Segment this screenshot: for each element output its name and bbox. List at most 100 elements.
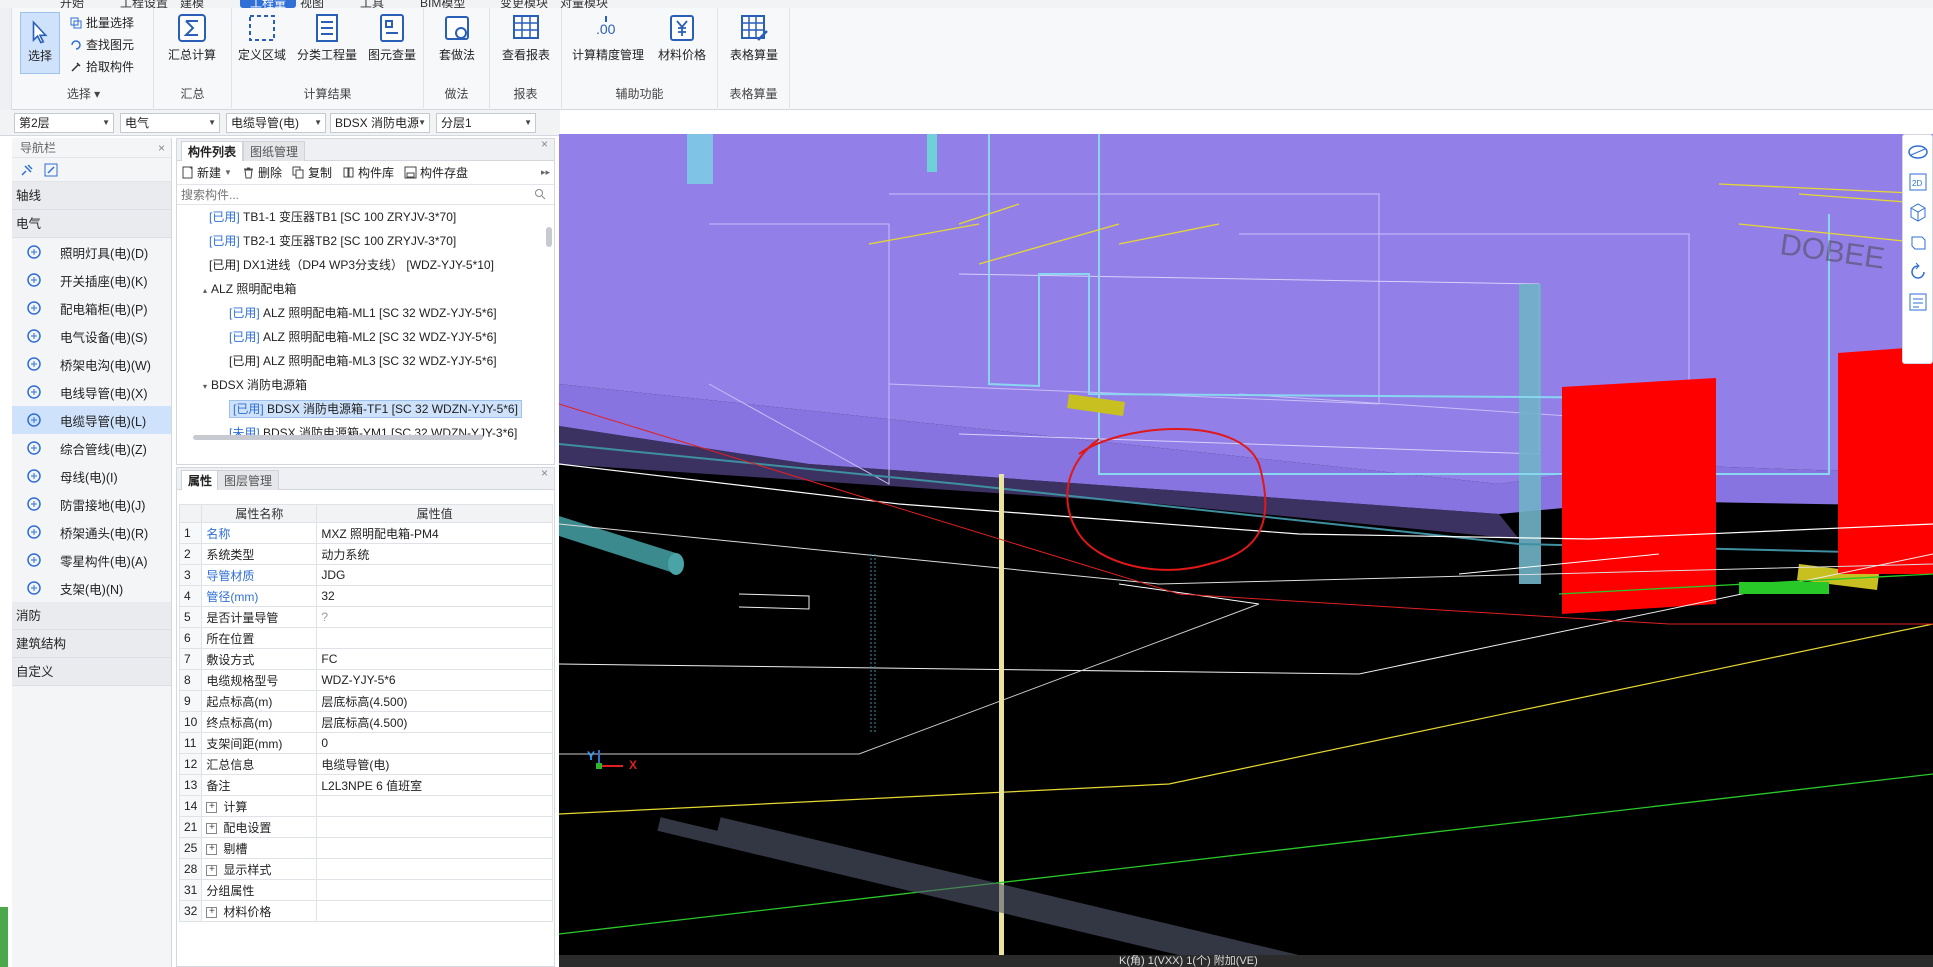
tree-row[interactable]: [已用] ALZ 照明配电箱-ML1 [SC 32 WDZ-YJY-5*6] — [177, 301, 554, 325]
ribbon-tab[interactable]: 开始 — [60, 0, 84, 8]
property-value-cell[interactable]: 层底标高(4.500) — [316, 690, 553, 712]
select-group-title[interactable]: 选择 ▾ — [14, 85, 153, 102]
nav-item[interactable]: 电缆导管(电)(L) — [12, 406, 171, 434]
nav-item[interactable]: 零星构件(电)(A) — [12, 546, 171, 574]
left-collapse-strip[interactable] — [0, 8, 12, 110]
search-icon[interactable] — [534, 188, 546, 200]
nav-category-fire[interactable]: 消防 — [12, 602, 171, 630]
property-row[interactable]: 11 支架间距(mm) 0 — [178, 732, 553, 754]
pin-icon[interactable] — [20, 163, 34, 177]
property-row[interactable]: 9 起点标高(m) 层底标高(4.500) — [178, 690, 553, 712]
3d-viewport[interactable]: DOBEE Y X — [559, 134, 1933, 967]
iso-box-icon[interactable] — [1907, 231, 1929, 253]
expand-icon[interactable]: + — [206, 843, 218, 855]
tree-row[interactable]: [已用] ALZ 照明配电箱-ML3 [SC 32 WDZ-YJY-5*6] — [177, 349, 554, 373]
ribbon-tab[interactable]: 工具 — [360, 0, 384, 8]
property-row[interactable]: 32 + 材料价格 — [178, 900, 553, 922]
tree-toggle-icon[interactable]: ▾ — [203, 382, 207, 391]
copy-component-button[interactable]: 复制 — [292, 164, 332, 181]
close-icon[interactable]: × — [158, 138, 165, 158]
view-cube-icon[interactable] — [1907, 141, 1929, 163]
ribbon-tab[interactable]: 建模 — [180, 0, 204, 8]
layer-select[interactable]: 分层1 ▼ — [436, 113, 536, 133]
nav-category-building-structure[interactable]: 建筑结构 — [12, 630, 171, 658]
property-value-cell[interactable]: JDG — [316, 564, 553, 586]
batch-select-button[interactable]: 批量选择 — [70, 14, 134, 31]
close-icon[interactable]: × — [541, 137, 548, 151]
ribbon-tab[interactable]: 视图 — [300, 0, 324, 8]
nav-item[interactable]: 配电箱柜(电)(P) — [12, 294, 171, 322]
3d-box-icon[interactable] — [1907, 201, 1929, 223]
property-value-cell[interactable]: 动力系统 — [316, 543, 553, 565]
nav-item[interactable]: 支架(电)(N) — [12, 574, 171, 602]
property-row[interactable]: 31 分组属性 — [178, 879, 553, 901]
property-value-cell[interactable] — [316, 837, 553, 859]
pick-component-button[interactable]: 拾取构件 — [70, 58, 134, 75]
property-row[interactable]: 2 系统类型 动力系统 — [178, 543, 553, 565]
component-library-button[interactable]: 构件库 — [342, 164, 394, 181]
close-icon[interactable]: × — [541, 466, 548, 480]
expand-icon[interactable]: + — [206, 864, 218, 876]
component-save-button[interactable]: 构件存盘 — [404, 164, 468, 181]
more-icon[interactable]: ▸▸ — [541, 167, 550, 178]
nav-category-electrical[interactable]: 电气 — [12, 210, 171, 238]
discipline-select[interactable]: 电气 ▼ — [120, 113, 220, 133]
delete-component-button[interactable]: 删除 — [242, 164, 282, 181]
component-search-input[interactable] — [181, 186, 521, 204]
find-element-button[interactable]: 查找图元 — [70, 36, 134, 53]
property-row[interactable]: 14 + 计算 — [178, 795, 553, 817]
floor-select[interactable]: 第2层 ▼ — [14, 113, 114, 133]
nav-item[interactable]: 开关插座(电)(K) — [12, 266, 171, 294]
property-value-cell[interactable]: ? — [316, 606, 553, 628]
property-row[interactable]: 12 汇总信息 电缆导管(电) — [178, 753, 553, 775]
tree-row[interactable]: [已用] TB2-1 变压器TB2 [SC 100 ZRYJV-3*70] — [177, 229, 554, 253]
property-value-cell[interactable] — [316, 627, 553, 649]
expand-icon[interactable]: + — [206, 801, 218, 813]
select-button[interactable]: 选择 — [20, 12, 60, 74]
tab-properties[interactable]: 属性 — [181, 470, 220, 490]
property-value-cell[interactable]: 32 — [316, 585, 553, 607]
table-calc-button[interactable]: 表格算量 — [724, 12, 784, 63]
tree-toggle-icon[interactable]: ▴ — [203, 286, 207, 295]
property-row[interactable]: 28 + 显示样式 — [178, 858, 553, 880]
view-report-button[interactable]: 查看报表 — [496, 12, 556, 63]
ribbon-tab[interactable]: 工程量 — [240, 0, 297, 8]
nav-item[interactable]: 母线(电)(I) — [12, 462, 171, 490]
property-value-cell[interactable]: 0 — [316, 732, 553, 754]
property-value-cell[interactable] — [316, 858, 553, 880]
ribbon-tab[interactable]: 变更模块 — [500, 0, 548, 8]
nav-category-custom[interactable]: 自定义 — [12, 658, 171, 686]
property-row[interactable]: 13 备注 L2L3NPE 6 值班室 — [178, 774, 553, 796]
property-value-cell[interactable] — [316, 816, 553, 838]
nav-item[interactable]: 综合管线(电)(Z) — [12, 434, 171, 462]
expand-icon[interactable]: + — [206, 822, 218, 834]
property-row[interactable]: 3 导管材质 JDG — [178, 564, 553, 586]
property-value-cell[interactable] — [316, 900, 553, 922]
tree-row[interactable]: [已用] ALZ 照明配电箱-ML2 [SC 32 WDZ-YJY-5*6] — [177, 325, 554, 349]
property-value-cell[interactable]: WDZ-YJY-5*6 — [316, 669, 553, 691]
tree-row[interactable]: [已用] BDSX 消防电源箱-TF1 [SC 32 WDZN-YJY-5*6] — [177, 397, 554, 421]
define-region-button[interactable]: 定义区域 — [232, 12, 292, 63]
ribbon-tab[interactable]: 对量模块 — [560, 0, 608, 8]
summary-calc-button[interactable]: 汇总计算 — [162, 12, 222, 63]
property-row[interactable]: 1 名称 MXZ 照明配电箱-PM4 — [178, 522, 553, 544]
property-row[interactable]: 4 管径(mm) 32 — [178, 585, 553, 607]
ribbon-tab[interactable]: BIM模型 — [420, 0, 465, 8]
property-row[interactable]: 8 电缆规格型号 WDZ-YJY-5*6 — [178, 669, 553, 691]
property-row[interactable]: 21 + 配电设置 — [178, 816, 553, 838]
property-value-cell[interactable]: FC — [316, 648, 553, 670]
scroll-thumb[interactable] — [546, 227, 552, 247]
nav-category-axis[interactable]: 轴线 — [12, 182, 171, 210]
property-row[interactable]: 7 敷设方式 FC — [178, 648, 553, 670]
nav-item[interactable]: 电线导管(电)(X) — [12, 378, 171, 406]
property-row[interactable]: 25 + 剔槽 — [178, 837, 553, 859]
property-value-cell[interactable]: 层底标高(4.500) — [316, 711, 553, 733]
classified-qty-button[interactable]: 分类工程量 — [292, 12, 362, 63]
expand-icon[interactable]: + — [206, 906, 218, 918]
tree-row[interactable]: [已用] DX1进线（DP4 WP3分支线） [WDZ-YJY-5*10] — [177, 253, 554, 277]
property-value-cell[interactable]: L2L3NPE 6 值班室 — [316, 774, 553, 796]
new-component-button[interactable]: 新建 ▼ — [181, 164, 232, 181]
nav-item[interactable]: 照明灯具(电)(D) — [12, 238, 171, 266]
nav-item[interactable]: 电气设备(电)(S) — [12, 322, 171, 350]
ribbon-tab[interactable]: 工程设置 — [120, 0, 168, 8]
